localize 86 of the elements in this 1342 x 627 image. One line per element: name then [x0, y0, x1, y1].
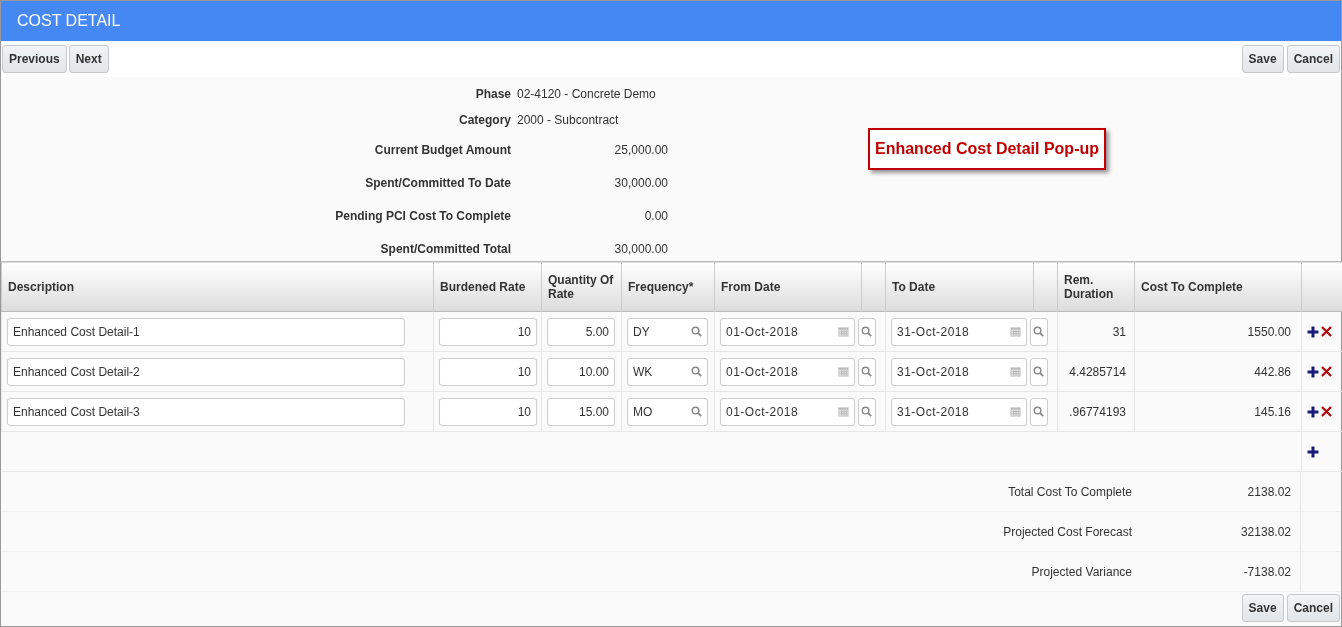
search-icon: [861, 366, 872, 377]
field-label: Current Budget Amount: [373, 141, 511, 159]
amount-value: 25,000.00: [613, 141, 668, 159]
total-value: -7138.02: [1242, 563, 1291, 581]
field-value: 02-4120 - Concrete Demo: [517, 86, 656, 103]
calendar-icon: [838, 406, 849, 417]
search-icon: [691, 366, 702, 377]
nav-button[interactable]: Next: [68, 45, 109, 73]
table-cell: 4.4285714: [1069, 364, 1126, 379]
field-label: Phase: [474, 86, 511, 103]
field-label: Pending PCI Cost To Complete: [334, 207, 511, 225]
column-header: Frequency*: [628, 279, 694, 294]
search-icon: [1033, 366, 1044, 377]
lookup-field[interactable]: 31-Oct-2018: [891, 357, 1027, 386]
window-title: COST DETAIL: [17, 11, 121, 31]
text-input[interactable]: 10: [439, 397, 537, 426]
delete-icon[interactable]: [1321, 326, 1332, 337]
annotation-callout: Enhanced Cost Detail Pop-up: [868, 128, 1106, 170]
text-input[interactable]: Enhanced Cost Detail-1: [7, 317, 405, 346]
lookup-field[interactable]: DY: [627, 317, 708, 346]
delete-icon[interactable]: [1321, 366, 1332, 377]
add-icon[interactable]: [1307, 365, 1319, 378]
search-button[interactable]: [1029, 397, 1048, 426]
column-header: To Date: [892, 279, 936, 294]
search-icon: [861, 326, 872, 337]
text-input[interactable]: 10.00: [547, 357, 615, 386]
search-icon: [861, 406, 872, 417]
calendar-icon: [1010, 366, 1021, 377]
calendar-icon: [838, 366, 849, 377]
search-button[interactable]: [1029, 317, 1048, 346]
add-icon[interactable]: [1307, 405, 1319, 418]
text-input[interactable]: Enhanced Cost Detail-3: [7, 397, 405, 426]
field-label: Category: [458, 112, 511, 129]
table-cell: 145.16: [1254, 404, 1291, 419]
column-header: Quantity Of Rate: [548, 272, 614, 301]
text-input[interactable]: Enhanced Cost Detail-2: [7, 357, 405, 386]
search-button[interactable]: [857, 397, 876, 426]
search-button[interactable]: [857, 357, 876, 386]
delete-icon[interactable]: [1321, 406, 1332, 417]
calendar-icon: [1010, 406, 1021, 417]
text-input[interactable]: 10: [439, 357, 537, 386]
total-value: 32138.02: [1239, 523, 1291, 541]
table-cell: .96774193: [1069, 404, 1126, 419]
table-cell: 31: [1112, 324, 1126, 339]
text-input[interactable]: 15.00: [547, 397, 615, 426]
column-header: Rem. Duration: [1064, 272, 1114, 301]
action-button[interactable]: Save: [1241, 594, 1284, 622]
action-button[interactable]: Cancel: [1286, 594, 1340, 622]
column-header: Description: [8, 279, 74, 294]
search-icon: [691, 406, 702, 417]
nav-button[interactable]: Previous: [2, 45, 67, 73]
calendar-icon: [838, 326, 849, 337]
table-cell: 442.86: [1254, 364, 1291, 379]
add-icon[interactable]: [1307, 445, 1319, 458]
text-input[interactable]: 10: [439, 317, 537, 346]
lookup-field[interactable]: 01-Oct-2018: [720, 397, 855, 426]
search-icon: [691, 326, 702, 337]
calendar-icon: [1010, 326, 1021, 337]
text-input[interactable]: 5.00: [547, 317, 615, 346]
field-value: 2000 - Subcontract: [517, 112, 619, 129]
lookup-field[interactable]: WK: [627, 357, 708, 386]
total-value: 2138.02: [1246, 483, 1291, 501]
search-icon: [1033, 326, 1044, 337]
search-icon: [1033, 406, 1044, 417]
lookup-field[interactable]: 31-Oct-2018: [891, 397, 1027, 426]
action-button[interactable]: Save: [1241, 45, 1284, 73]
lookup-field[interactable]: 01-Oct-2018: [720, 357, 855, 386]
amount-value: 30,000.00: [613, 240, 668, 258]
table-cell: 1550.00: [1247, 324, 1291, 339]
lookup-field[interactable]: 31-Oct-2018: [891, 317, 1027, 346]
total-label: Projected Cost Forecast: [1002, 523, 1132, 541]
field-label: Spent/Committed Total: [379, 240, 511, 258]
lookup-field[interactable]: MO: [627, 397, 708, 426]
column-header: Burdened Rate: [440, 279, 526, 294]
add-icon[interactable]: [1307, 325, 1319, 338]
search-button[interactable]: [1029, 357, 1048, 386]
column-header: From Date: [721, 279, 781, 294]
total-label: Total Cost To Complete: [1007, 483, 1132, 501]
search-button[interactable]: [857, 317, 876, 346]
lookup-field[interactable]: 01-Oct-2018: [720, 317, 855, 346]
action-button[interactable]: Cancel: [1286, 45, 1340, 73]
field-label: Spent/Committed To Date: [364, 174, 511, 192]
amount-value: 0.00: [643, 207, 668, 225]
amount-value: 30,000.00: [613, 174, 668, 192]
total-label: Projected Variance: [1030, 563, 1132, 581]
column-header: Cost To Complete: [1141, 279, 1243, 294]
